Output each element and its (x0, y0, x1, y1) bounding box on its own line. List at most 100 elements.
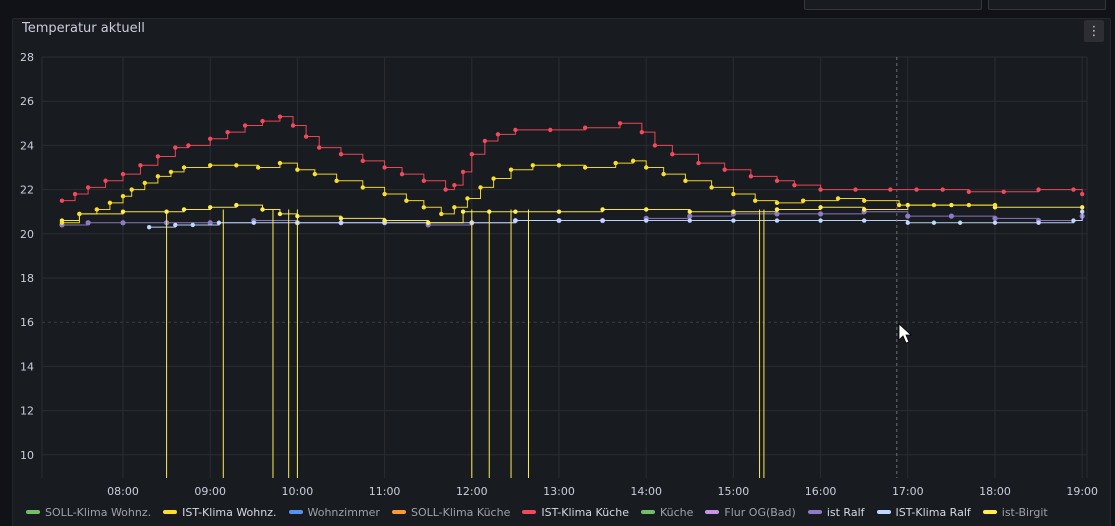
data-point-ist-birgit (120, 209, 126, 214)
temperature-chart: 10 12 14 16 18 20 22 24 26 28 08:00 09:00 10:00 11:0… (20, 51, 1098, 498)
data-point-ist-klima-k-che (940, 187, 945, 192)
x-tick-label: 19:00 (1066, 485, 1098, 498)
data-point-ist-klima-k-che (853, 187, 858, 192)
data-point-ist-ralf (818, 211, 824, 217)
data-point-ist-klima-wohnz- (208, 163, 213, 168)
chart-grid (41, 56, 1088, 478)
data-point-ist-birgit (234, 202, 239, 208)
x-tick-label: 16:00 (805, 485, 837, 498)
data-point-ist-klima-ralf (957, 220, 963, 225)
data-point-ist-birgit (181, 207, 187, 212)
legend-item[interactable]: SOLL-Klima Küche (391, 505, 511, 519)
data-point-ist-klima-wohnz- (334, 178, 339, 183)
data-point-ist-klima-wohnz- (774, 200, 780, 206)
data-point-ist-klima-wohnz- (421, 205, 427, 210)
data-point-ist-birgit (644, 207, 649, 212)
x-tick-label: 08:00 (107, 485, 139, 498)
legend-item[interactable]: IST-Klima Ralf (876, 505, 971, 519)
data-point-ist-klima-k-che (748, 174, 754, 179)
legend-item[interactable]: Wohnzimmer (288, 505, 380, 519)
data-point-ist-klima-k-che (85, 185, 91, 190)
data-point-ist-klima-ralf (146, 224, 152, 230)
data-point-ist-klima-ralf (1071, 218, 1076, 223)
data-point-ist-birgit (1080, 205, 1085, 210)
data-point-ist-klima-k-che (460, 169, 466, 175)
data-point-ist-klima-k-che (792, 182, 797, 188)
data-point-ist-klima-k-che (186, 143, 191, 148)
data-point-ist-klima-k-che (120, 171, 126, 177)
data-point-ist-klima-wohnz- (277, 160, 283, 166)
data-point-ist-klima-wohnz- (862, 198, 867, 203)
data-point-ist-klima-k-che (208, 136, 213, 141)
chart-legend: SOLL-Klima Wohnz. IST-Klima Wohnz. Wohnzim… (26, 504, 1060, 520)
data-point-ist-klima-k-che (774, 178, 780, 183)
legend-item[interactable]: ist Ralf (807, 505, 865, 519)
x-tick-label: 13:00 (543, 485, 575, 498)
data-point-ist-klima-wohnz- (77, 211, 82, 217)
data-point-ist-klima-wohnz- (312, 171, 318, 177)
data-point-ist-klima-wohnz- (234, 163, 239, 168)
legend-item[interactable]: Flur OG(Bad) (705, 505, 796, 519)
data-point-ist-klima-wohnz- (168, 169, 174, 175)
data-point-ist-birgit (687, 209, 692, 214)
data-point-ist-klima-k-che (338, 152, 344, 157)
data-point-ist-klima-wohnz- (709, 185, 714, 190)
x-tick-label: 10:00 (282, 485, 314, 498)
data-point-ist-klima-k-che (495, 132, 501, 137)
data-point-ist-klima-wohnz- (491, 176, 496, 181)
data-point-ist-klima-k-che (138, 163, 143, 168)
data-point-ist-klima-k-che (290, 123, 296, 128)
data-point-ist-klima-k-che (59, 198, 65, 203)
data-point-ist-klima-wohnz- (129, 187, 134, 192)
data-point-ist-klima-wohnz- (181, 165, 187, 170)
legend-swatch (640, 510, 655, 514)
data-point-ist-klima-ralf (1080, 209, 1085, 214)
data-point-ist-ralf (120, 220, 126, 226)
y-tick-label: 24 (20, 139, 34, 152)
data-point-ist-klima-k-che (277, 114, 283, 119)
data-point-ist-klima-k-che (1036, 187, 1041, 192)
legend-label: SOLL-Klima Küche (410, 505, 511, 519)
data-point-ist-klima-k-che (303, 134, 309, 139)
legend-label: IST-Klima Ralf (895, 505, 971, 519)
data-point-ist-klima-wohnz- (465, 196, 470, 201)
legend-label: Wohnzimmer (307, 505, 380, 519)
data-point-ist-klima-wohnz- (295, 167, 300, 172)
legend-swatch (876, 510, 891, 514)
data-point-ist-klima-k-che (155, 154, 161, 159)
y-tick-label: 10 (20, 449, 34, 462)
legend-item[interactable]: Küche (640, 506, 693, 519)
legend-item[interactable]: ist-Birgit (982, 506, 1048, 519)
data-point-ist-klima-k-che (696, 160, 701, 166)
data-point-ist-klima-wohnz- (992, 202, 998, 208)
y-tick-label: 14 (20, 360, 34, 373)
data-point-ist-klima-wohnz- (439, 211, 444, 217)
data-point-ist-klima-ralf (216, 220, 222, 225)
data-point-ist-ralf (85, 220, 91, 226)
data-point-ist-klima-wohnz- (731, 191, 736, 197)
legend-item[interactable]: IST-Klima Wohnz. (163, 505, 277, 519)
data-point-ist-birgit (774, 207, 780, 212)
data-point-ist-ralf (992, 215, 998, 221)
data-point-ist-klima-wohnz- (59, 220, 65, 225)
legend-label: Flur OG(Bad) (724, 505, 796, 519)
legend-swatch (163, 510, 178, 514)
data-point-ist-klima-wohnz- (155, 174, 161, 179)
data-point-ist-klima-k-che (639, 129, 645, 135)
data-point-ist-klima-ralf (862, 218, 867, 223)
data-point-ist-klima-wohnz- (107, 200, 113, 206)
legend-item[interactable]: IST-Klima Küche (522, 506, 629, 519)
data-point-ist-klima-k-che (443, 187, 448, 192)
legend-swatch (705, 510, 720, 514)
data-point-ist-klima-wohnz- (255, 165, 261, 170)
data-point-ist-birgit (513, 209, 518, 214)
data-point-ist-klima-ralf (774, 218, 780, 223)
data-point-ist-klima-wohnz- (613, 160, 618, 166)
legend-label: IST-Klima Wohnz. (182, 505, 277, 519)
legend-label: ist Ralf (826, 505, 865, 519)
legend-item[interactable]: SOLL-Klima Wohnz. (26, 506, 151, 519)
data-point-ist-klima-wohnz- (661, 171, 666, 177)
data-point-ist-klima-k-che (260, 118, 265, 124)
data-point-ist-klima-wohnz- (582, 165, 588, 170)
x-tick-label: 12:00 (456, 485, 488, 498)
